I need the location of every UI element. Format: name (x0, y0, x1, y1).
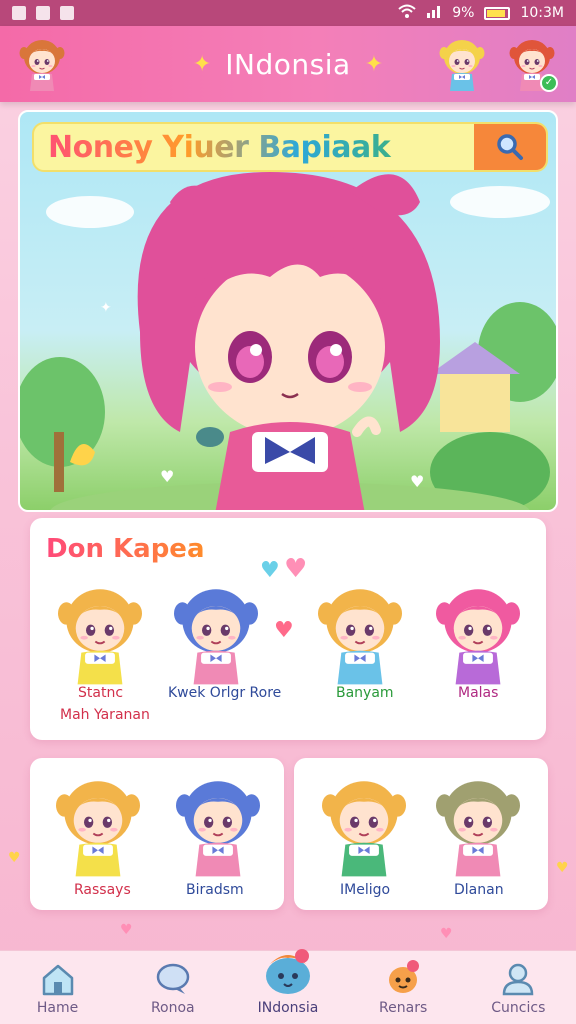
friend-avatar-icon[interactable] (432, 34, 492, 94)
character-name: IMeligo (340, 882, 391, 898)
search-button[interactable] (474, 124, 546, 170)
character-avatar-icon[interactable] (430, 578, 526, 690)
search-bar[interactable]: Noney Yiuer Bapiaak (32, 122, 548, 172)
character-avatar-icon[interactable] (50, 770, 146, 882)
profile-icon (503, 963, 534, 996)
character-avatar-icon[interactable] (170, 770, 266, 882)
app-icon (60, 6, 74, 20)
svg-text:♥: ♥ (160, 467, 174, 486)
status-left-icons (12, 6, 74, 20)
search-icon (497, 134, 523, 160)
heart-icon: ♥ (556, 860, 569, 876)
search-input[interactable]: Noney Yiuer Bapiaak (34, 130, 474, 165)
heart-icon: ♥ (440, 926, 453, 942)
nav-label: INdonsia (257, 1000, 319, 1016)
character-card-right[interactable]: IMeligo Dlanan (294, 758, 548, 910)
wifi-icon (398, 4, 416, 22)
sparkle-icon: ✦ (192, 51, 212, 77)
status-bar: 9% 10:3M (0, 0, 576, 26)
nav-item-chat[interactable]: Ronoa (123, 962, 223, 1016)
clock: 10:3M (520, 5, 564, 21)
notification-icon (12, 6, 26, 20)
character-name: Dlanan (454, 882, 504, 898)
character-avatar-icon[interactable] (168, 578, 264, 690)
character-icon (389, 960, 420, 993)
heart-icon: ♥ (284, 554, 308, 584)
nav-item-home[interactable]: Hame (8, 962, 108, 1016)
character-name: Kwek Orlgr Rore (168, 685, 282, 701)
character-card-left[interactable]: Rassays Biradsm (30, 758, 284, 910)
character-avatar-icon[interactable] (312, 578, 408, 690)
nav-label: Cuncics (491, 1000, 546, 1016)
hero-banner: ♥ ♥ ✦ Noney Yiuer Bapiaak (18, 110, 558, 512)
character-name: Rassays (74, 882, 131, 898)
card-title: Don Kapea (46, 534, 205, 564)
nav-item-profile[interactable]: Cuncics (468, 962, 568, 1016)
svg-text:♥: ♥ (410, 472, 424, 491)
nav-label: Hame (36, 1000, 79, 1016)
mascot-icon (265, 949, 310, 994)
profile-avatar-icon[interactable] (12, 34, 72, 94)
heart-icon: ♥ (120, 922, 133, 938)
nav-item-home-mascot[interactable]: INdonsia (238, 946, 338, 1016)
signal-icon (426, 4, 442, 22)
hero-scene: ♥ ♥ ✦ (20, 172, 556, 510)
nav-label: Ronoa (150, 1000, 195, 1016)
character-name: Malas (458, 685, 499, 701)
app-header: ✦ INdonsia ✦ ✓ (0, 26, 576, 102)
character-avatar-icon[interactable] (316, 770, 412, 882)
status-right: 9% 10:3M (398, 4, 564, 22)
character-name-line2: Mah Yaranan (60, 707, 150, 723)
battery-icon (484, 6, 511, 20)
image-icon (36, 6, 50, 20)
battery-percent: 9% (452, 5, 475, 21)
page-title: INdonsia (225, 47, 351, 81)
nav-label: Renars (379, 1000, 428, 1016)
character-name: Statnc (78, 685, 124, 701)
sparkle-icon: ✦ (364, 51, 384, 77)
chat-bubble-icon (156, 963, 190, 994)
featured-characters-card[interactable]: Don Kapea ♥ ♥ ♥ Statnc Mah Yaranan Kwek … (30, 518, 546, 740)
nav-item-characters[interactable]: Renars (353, 956, 453, 1016)
heart-icon: ♥ (8, 850, 21, 866)
bottom-nav: Hame Ronoa INdonsia Renars Cuncics (0, 949, 576, 1024)
heart-icon: ♥ (274, 618, 294, 643)
svg-text:✦: ✦ (100, 300, 112, 316)
character-avatar-icon[interactable] (52, 578, 148, 690)
character-avatar-icon[interactable] (430, 770, 526, 882)
home-icon (42, 964, 73, 996)
character-name: Banyam (336, 685, 394, 701)
character-name: Biradsm (186, 882, 244, 898)
online-status-icon: ✓ (540, 74, 558, 92)
